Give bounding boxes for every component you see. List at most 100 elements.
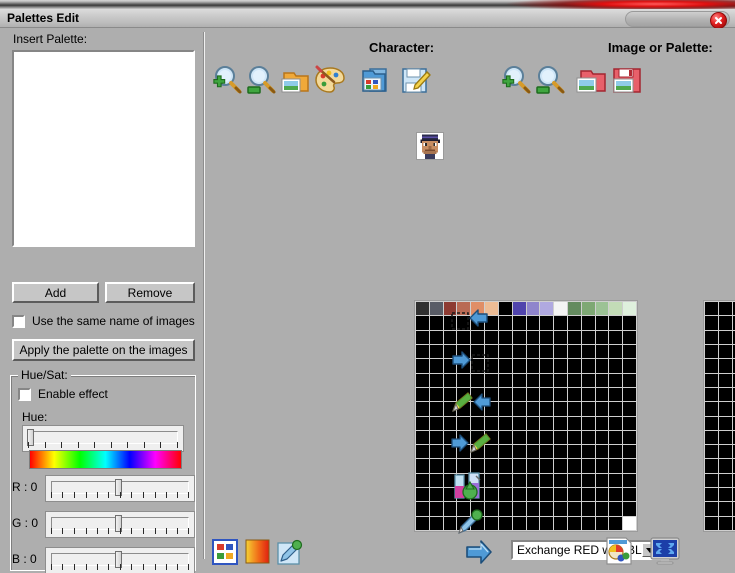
palette-cell[interactable] bbox=[526, 387, 540, 402]
palette-cell[interactable] bbox=[609, 402, 623, 416]
palette-cell[interactable] bbox=[567, 502, 581, 516]
apply-arrow-icon[interactable] bbox=[465, 538, 493, 566]
palette-cell[interactable] bbox=[540, 502, 554, 516]
palette-cell[interactable] bbox=[498, 516, 512, 530]
palette-cell[interactable] bbox=[498, 316, 512, 330]
palette-cell[interactable] bbox=[554, 402, 567, 416]
palette-cell[interactable] bbox=[705, 359, 718, 373]
apply-palette-button[interactable]: Apply the palette on the images bbox=[12, 339, 195, 361]
red-slider[interactable] bbox=[45, 475, 195, 502]
gradient-swatch-icon[interactable] bbox=[245, 539, 270, 564]
palette-cell[interactable] bbox=[526, 330, 540, 344]
open-palette-folder-icon[interactable] bbox=[575, 64, 607, 96]
palette-cell[interactable] bbox=[512, 330, 526, 344]
add-button[interactable]: Add bbox=[12, 282, 99, 303]
palette-cell[interactable] bbox=[609, 344, 623, 359]
palette-cell[interactable] bbox=[623, 445, 636, 459]
palette-cell[interactable] bbox=[540, 402, 554, 416]
palette-cell[interactable] bbox=[595, 502, 609, 516]
duplicate-palette-icon[interactable] bbox=[360, 64, 392, 96]
palette-cell[interactable] bbox=[498, 387, 512, 402]
palette-cell[interactable] bbox=[526, 488, 540, 502]
palette-cell[interactable] bbox=[498, 430, 512, 445]
palette-cell[interactable] bbox=[718, 430, 732, 445]
palette-cell[interactable] bbox=[705, 330, 718, 344]
zoom-in-icon[interactable] bbox=[501, 64, 533, 96]
palette-cell[interactable] bbox=[567, 387, 581, 402]
palette-cell[interactable] bbox=[429, 459, 443, 473]
palette-cell[interactable] bbox=[554, 502, 567, 516]
palette-cell[interactable] bbox=[554, 330, 567, 344]
palette-cell[interactable] bbox=[498, 359, 512, 373]
palette-cell[interactable] bbox=[554, 387, 567, 402]
palette-cell[interactable] bbox=[581, 459, 595, 473]
palette-cell[interactable] bbox=[718, 344, 732, 359]
palette-cell[interactable] bbox=[623, 488, 636, 502]
save-palette-icon[interactable] bbox=[611, 64, 643, 96]
palette-cell[interactable] bbox=[416, 387, 429, 402]
palette-cell[interactable] bbox=[526, 445, 540, 459]
palette-cell[interactable] bbox=[718, 402, 732, 416]
palette-cell[interactable] bbox=[595, 473, 609, 488]
palette-cell[interactable] bbox=[718, 502, 732, 516]
edit-save-icon[interactable] bbox=[400, 64, 432, 96]
palette-cell[interactable] bbox=[498, 344, 512, 359]
use-same-name-checkbox[interactable]: Use the same name of images bbox=[12, 314, 195, 328]
palette-cell[interactable] bbox=[416, 502, 429, 516]
palette-cell[interactable] bbox=[609, 488, 623, 502]
palette-cell[interactable] bbox=[526, 359, 540, 373]
palette-cell[interactable] bbox=[498, 445, 512, 459]
palette-cell[interactable] bbox=[609, 416, 623, 430]
palette-cell[interactable] bbox=[498, 373, 512, 387]
palette-cell[interactable] bbox=[595, 330, 609, 344]
palette-cell[interactable] bbox=[554, 516, 567, 530]
palette-cell[interactable] bbox=[581, 344, 595, 359]
palette-cell[interactable] bbox=[416, 359, 429, 373]
palette-listbox[interactable] bbox=[12, 50, 195, 247]
palette-cell[interactable] bbox=[595, 459, 609, 473]
zoom-out-icon[interactable] bbox=[246, 64, 278, 96]
hue-slider[interactable] bbox=[22, 425, 184, 452]
palette-cell[interactable] bbox=[609, 373, 623, 387]
eyedropper-icon[interactable] bbox=[456, 508, 484, 536]
character-thumbnail[interactable] bbox=[416, 132, 444, 160]
palette-cell[interactable] bbox=[718, 316, 732, 330]
palette-cell[interactable] bbox=[416, 373, 429, 387]
palette-cell[interactable] bbox=[526, 402, 540, 416]
green-slider[interactable] bbox=[45, 511, 195, 538]
palette-cell[interactable] bbox=[498, 402, 512, 416]
palette-cell[interactable] bbox=[554, 488, 567, 502]
palette-cell[interactable] bbox=[705, 302, 718, 316]
zoom-out-icon[interactable] bbox=[535, 64, 567, 96]
palette-cell[interactable] bbox=[498, 302, 512, 316]
palette-cell[interactable] bbox=[498, 330, 512, 344]
palette-cell[interactable] bbox=[581, 359, 595, 373]
palette-cell[interactable] bbox=[623, 387, 636, 402]
pencil-right-icon[interactable] bbox=[451, 432, 491, 460]
palette-cell[interactable] bbox=[512, 502, 526, 516]
palette-cell[interactable] bbox=[705, 402, 718, 416]
palette-cell[interactable] bbox=[705, 473, 718, 488]
palette-cell[interactable] bbox=[567, 459, 581, 473]
palette-cell[interactable] bbox=[567, 430, 581, 445]
palette-cell[interactable] bbox=[595, 445, 609, 459]
palette-cell[interactable] bbox=[416, 302, 429, 316]
palette-cell[interactable] bbox=[416, 402, 429, 416]
palette-cell[interactable] bbox=[718, 359, 732, 373]
palette-cell[interactable] bbox=[429, 516, 443, 530]
palette-document-icon[interactable] bbox=[605, 537, 633, 565]
palette-cell[interactable] bbox=[512, 373, 526, 387]
palette-cell[interactable] bbox=[540, 344, 554, 359]
palette-cell[interactable] bbox=[429, 416, 443, 430]
palette-cell[interactable] bbox=[416, 430, 429, 445]
palette-cell[interactable] bbox=[623, 416, 636, 430]
palette-cell[interactable] bbox=[512, 387, 526, 402]
palette-cell[interactable] bbox=[609, 430, 623, 445]
palette-cell[interactable] bbox=[718, 302, 732, 316]
palette-cell[interactable] bbox=[512, 459, 526, 473]
palette-cell[interactable] bbox=[581, 502, 595, 516]
palette-cell[interactable] bbox=[567, 344, 581, 359]
palette-cell[interactable] bbox=[540, 330, 554, 344]
palette-cell[interactable] bbox=[705, 459, 718, 473]
palette-cell[interactable] bbox=[609, 445, 623, 459]
